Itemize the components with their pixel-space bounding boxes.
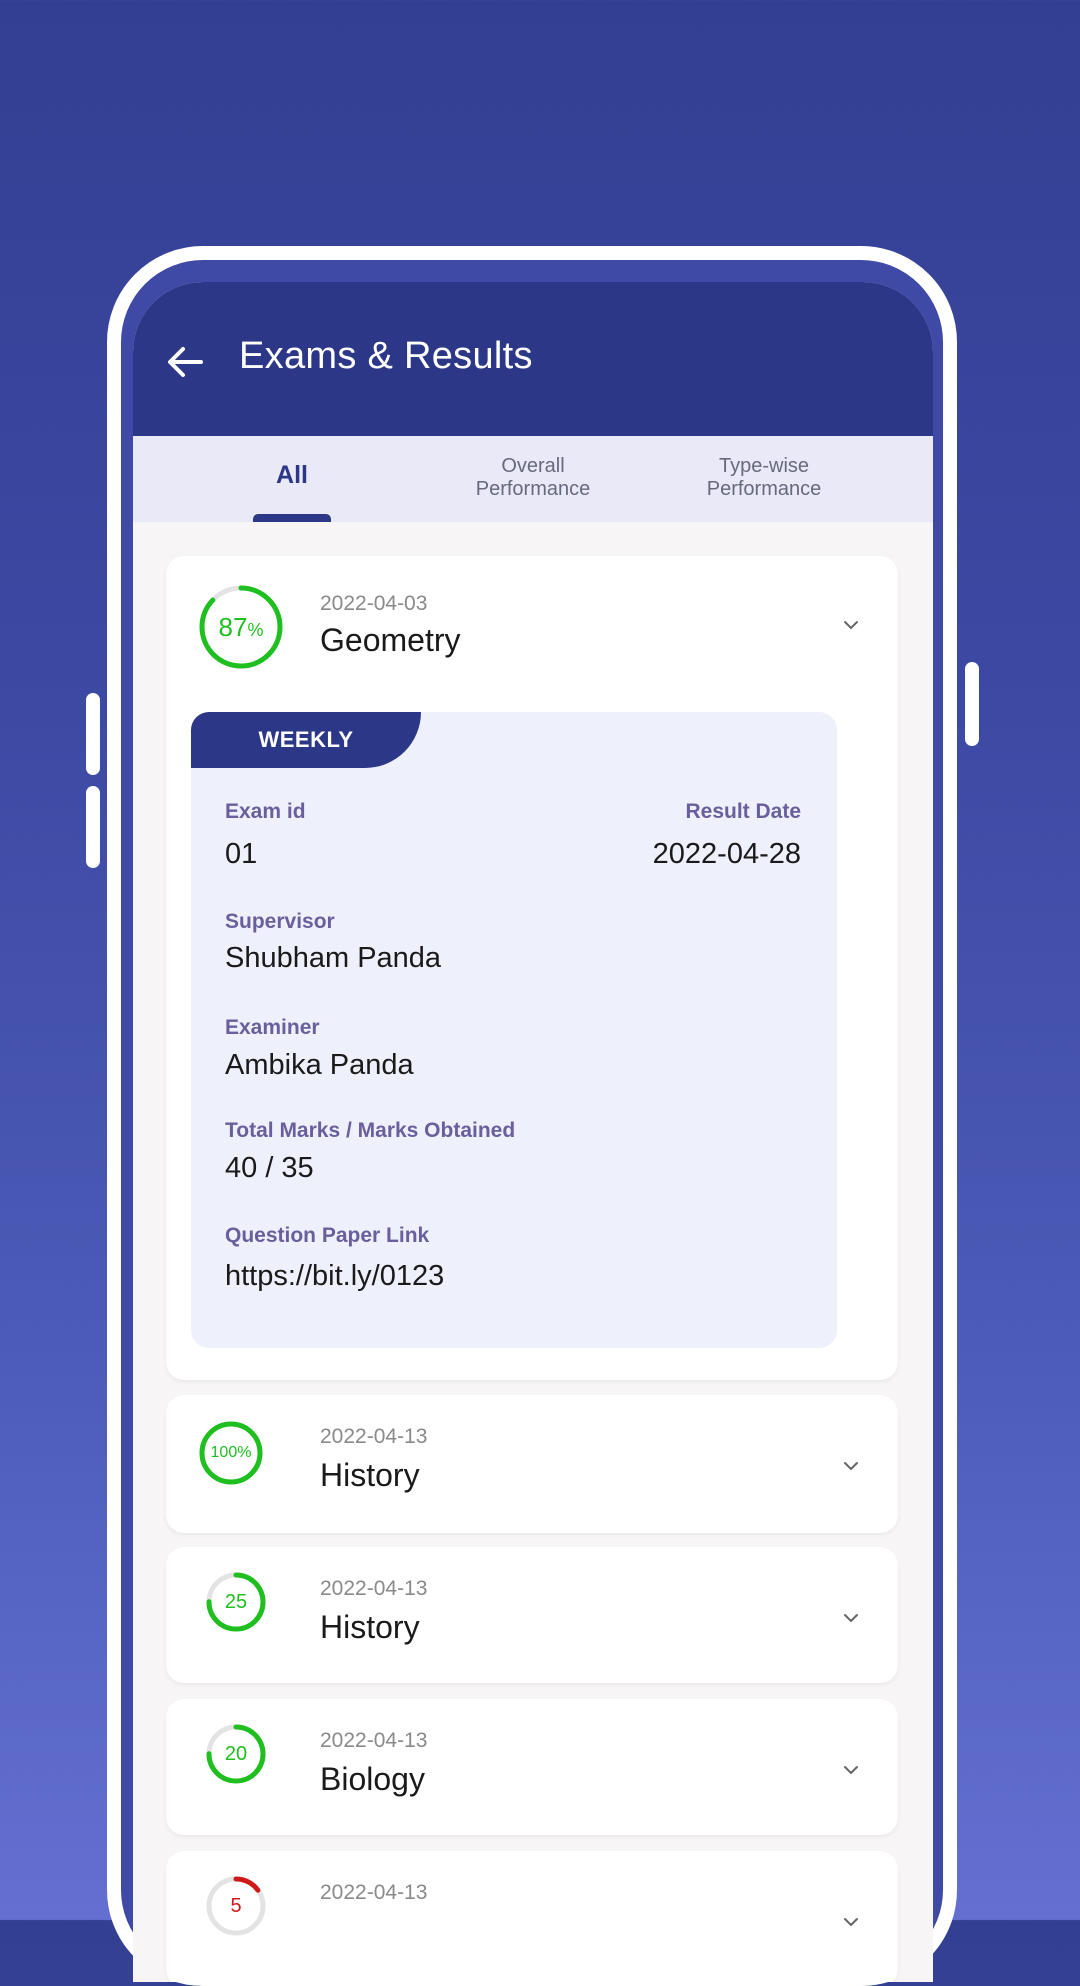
- exam-subject: History: [320, 1609, 420, 1645]
- result-date-label: Result Date: [685, 800, 801, 823]
- result-date-value: 2022-04-28: [652, 838, 801, 870]
- exam-date: 2022-04-13: [320, 1577, 428, 1600]
- examiner-label: Examiner: [225, 1016, 320, 1039]
- tab-bar: All Overall Performance Type-wise Perfor…: [133, 436, 933, 522]
- phone-power-button: [965, 662, 979, 746]
- page-title: Exams & Results: [239, 335, 533, 377]
- tab-overall-line1: Overall: [501, 455, 565, 477]
- supervisor-value: Shubham Panda: [225, 942, 442, 974]
- exam-date: 2022-04-13: [320, 1425, 428, 1448]
- tab-all[interactable]: All: [233, 461, 351, 489]
- tab-all-label: All: [276, 461, 308, 489]
- score-percent: 87: [218, 611, 248, 642]
- exam-id-value: 01: [225, 838, 258, 870]
- phone-volume-up-button: [86, 693, 100, 775]
- exam-id-label: Exam id: [225, 800, 306, 823]
- exam-type-badge: WEEKLY: [191, 712, 421, 768]
- exam-card[interactable]: 87% 2022-04-03 Geometry WEEKLY Exam id 0…: [166, 556, 898, 1380]
- tab-overall-performance[interactable]: Overall Performance: [433, 455, 633, 501]
- active-tab-indicator: [253, 514, 331, 522]
- app-bar: Exams & Results: [133, 282, 933, 436]
- exam-subject: History: [320, 1457, 420, 1493]
- back-arrow-icon[interactable]: [163, 340, 207, 384]
- question-paper-link-label: Question Paper Link: [225, 1224, 430, 1247]
- exam-date: 2022-04-13: [320, 1881, 428, 1904]
- tab-type-wise-line1: Type-wise: [718, 455, 810, 477]
- chevron-down-icon[interactable]: [842, 1913, 860, 1931]
- marks-value: 40 / 35: [225, 1152, 314, 1184]
- exam-subject: Geometry: [320, 622, 461, 658]
- supervisor-label: Supervisor: [225, 910, 335, 933]
- score-ring: 20: [206, 1724, 266, 1784]
- score-percent-sign: %: [247, 619, 264, 640]
- marks-label: Total Marks / Marks Obtained: [225, 1119, 516, 1142]
- chevron-down-icon[interactable]: [842, 1761, 860, 1779]
- tab-type-wise-performance[interactable]: Type-wise Performance: [664, 455, 864, 501]
- exam-card[interactable]: 20 2022-04-13 Biology: [166, 1699, 898, 1835]
- exam-card[interactable]: 100% 2022-04-13 History: [166, 1395, 898, 1533]
- question-paper-link[interactable]: https://bit.ly/0123: [225, 1260, 444, 1293]
- exam-details-panel: WEEKLY Exam id 01 Result Date 2022-04-28…: [191, 712, 837, 1348]
- score-text: 5: [230, 1894, 242, 1917]
- score-text: 20: [224, 1742, 248, 1765]
- score-ring: 87%: [198, 584, 284, 670]
- phone-volume-down-button: [86, 786, 100, 868]
- score-ring: 100%: [199, 1421, 263, 1485]
- exam-subject: Biology: [320, 1761, 425, 1797]
- exam-card[interactable]: 5 2022-04-13: [166, 1851, 898, 1982]
- tab-overall-line2: Performance: [475, 478, 591, 500]
- chevron-down-icon[interactable]: [842, 1457, 860, 1475]
- tab-type-wise-line2: Performance: [706, 478, 822, 500]
- exam-card[interactable]: 25 2022-04-13 History: [166, 1547, 898, 1683]
- exam-date: 2022-04-13: [320, 1729, 428, 1752]
- exam-date: 2022-04-03: [320, 592, 428, 615]
- examiner-value: Ambika Panda: [225, 1049, 414, 1081]
- score-text: 25: [224, 1590, 248, 1613]
- score-text: 100%: [210, 1444, 252, 1461]
- score-ring: 5: [206, 1876, 266, 1936]
- app-screen: Exams & Results All Overall Performance …: [133, 282, 933, 1982]
- score-ring: 25: [206, 1572, 266, 1632]
- chevron-down-icon[interactable]: [842, 1609, 860, 1627]
- chevron-down-icon[interactable]: [842, 616, 860, 634]
